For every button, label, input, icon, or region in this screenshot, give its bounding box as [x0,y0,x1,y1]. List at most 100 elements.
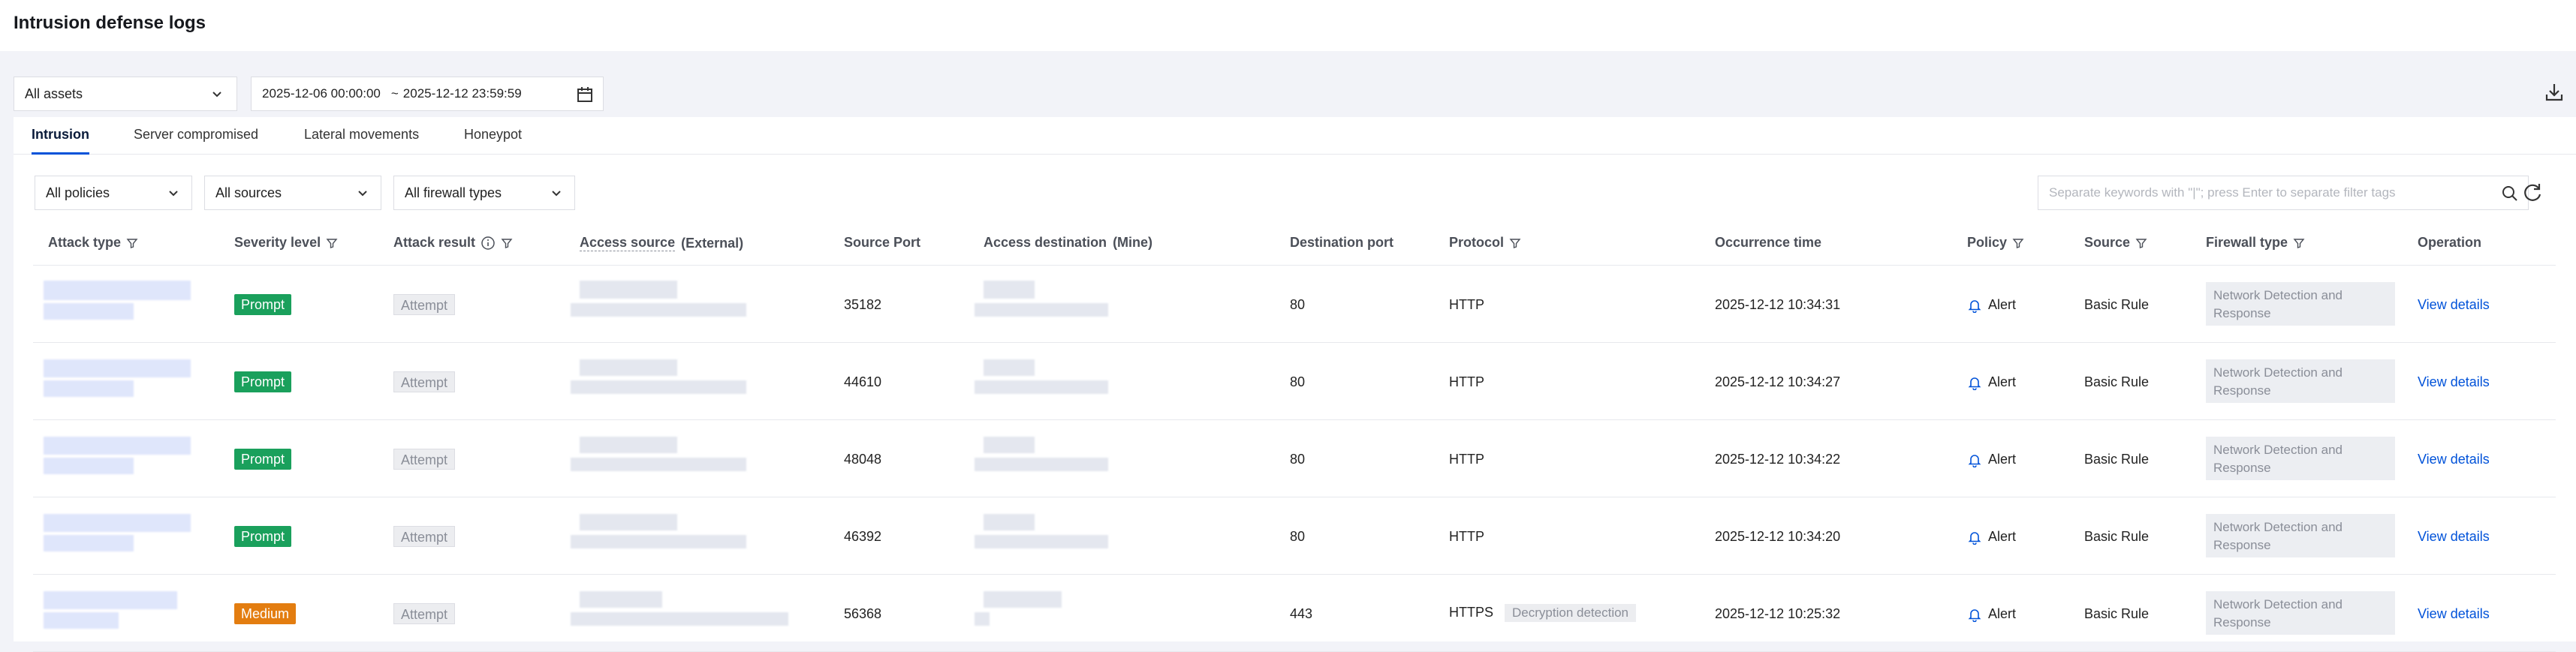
view-details-link[interactable]: View details [2418,374,2490,390]
bell-icon [1968,531,1981,545]
source-filter-value: All sources [215,185,282,200]
table-row: Prompt Attempt 35182 80 HTTP 2025-12-12 … [33,266,2556,343]
col-attack-result-label: Attack result [393,235,476,250]
col-policy[interactable]: Policy [1967,235,2024,251]
decryption-detection-tag: Decryption detection [1505,604,1637,622]
access-source-redacted [580,591,662,608]
sub-filter-row: All policies All sources All firewall ty… [14,176,2576,213]
col-source-label: Source [2084,235,2131,250]
date-separator: ~ [390,86,399,101]
date-end: 2025-12-12 23:59:59 [402,86,522,101]
access-destination-redacted [975,458,1108,471]
firewall-type-tag: Network Detection and Response [2206,514,2395,557]
protocol: HTTPS Decryption detection [1449,604,1637,622]
attack-result: Attempt [393,603,456,624]
search-icon[interactable] [2501,185,2519,203]
filter-icon[interactable] [2135,237,2147,249]
firewall-type-tag: Network Detection and Response [2206,282,2395,326]
filter-icon[interactable] [501,237,513,249]
view-details-link[interactable]: View details [2418,452,2490,467]
attack-result: Attempt [393,449,456,470]
policy-value: Alert [1988,529,2017,544]
col-attack-result[interactable]: Attack result [393,235,513,251]
attack-result: Attempt [393,526,456,547]
col-firewall-type[interactable]: Firewall type [2206,235,2305,251]
tab-lateral-movements[interactable]: Lateral movements [304,127,419,155]
download-icon[interactable] [2544,81,2565,104]
filter-icon[interactable] [1509,237,1521,249]
col-destination-port: Destination port [1290,235,1393,250]
firewall-type-filter[interactable]: All firewall types [393,176,575,210]
tab-honeypot[interactable]: Honeypot [464,127,522,155]
access-source-redacted [580,359,677,376]
view-details-link[interactable]: View details [2418,529,2490,545]
access-source-redacted [571,458,746,471]
col-access-source-label: Access source [580,235,676,251]
asset-select-value: All assets [25,86,83,101]
occurrence-time: 2025-12-12 10:34:22 [1715,452,1841,467]
refresh-icon[interactable] [2521,181,2544,203]
view-details-link[interactable]: View details [2418,606,2490,622]
source-value: Basic Rule [2084,529,2150,544]
source-port: 44610 [844,374,882,389]
policy-cell: Alert [1967,374,2016,390]
source-port: 56368 [844,606,882,621]
asset-select[interactable]: All assets [14,77,237,111]
date-start: 2025-12-06 00:00:00 [262,86,381,101]
attack-type-redacted [44,514,191,532]
view-details-link[interactable]: View details [2418,297,2490,313]
firewall-type-filter-value: All firewall types [405,185,502,200]
attack-result: Attempt [393,294,456,315]
destination-port: 80 [1290,374,1306,389]
firewall-type-tag: Network Detection and Response [2206,591,2395,635]
filter-icon[interactable] [2012,237,2024,249]
filter-icon[interactable] [126,237,138,249]
table-row: Prompt Attempt 46392 80 HTTP 2025-12-12 … [33,497,2556,575]
access-source-redacted [571,380,746,394]
col-attack-type[interactable]: Attack type [48,235,138,251]
col-occurrence-time: Occurrence time [1715,235,1822,250]
tab-intrusion[interactable]: Intrusion [32,127,89,155]
occurrence-time: 2025-12-12 10:34:20 [1715,529,1841,544]
col-severity[interactable]: Severity level [234,235,338,251]
source-value: Basic Rule [2084,374,2150,389]
policy-filter[interactable]: All policies [35,176,192,210]
table-row: Prompt Attempt 48048 80 HTTP 2025-12-12 … [33,420,2556,497]
protocol-value: HTTP [1449,297,1484,312]
tab-bar: Intrusion Server compromised Lateral mov… [14,117,2576,155]
attack-type-redacted [44,437,191,455]
date-range-picker[interactable]: 2025-12-06 00:00:00 ~ 2025-12-12 23:59:5… [251,77,604,111]
tab-server-compromised[interactable]: Server compromised [134,127,258,155]
protocol-value: HTTP [1449,452,1484,467]
calendar-icon [577,87,592,102]
access-destination-redacted [975,303,1108,317]
protocol-value: HTTP [1449,374,1484,389]
filter-icon[interactable] [2293,237,2305,249]
col-access-destination: Access destination (Mine) [984,235,1152,251]
access-source-redacted [580,281,677,299]
chevron-down-icon [552,191,561,197]
source-filter[interactable]: All sources [204,176,381,210]
attack-type-redacted [44,458,134,474]
col-protocol[interactable]: Protocol [1449,235,1521,251]
search-input[interactable]: Separate keywords with "|"; press Enter … [2038,176,2529,210]
access-source-redacted [571,612,788,626]
access-destination-redacted [984,281,1035,299]
info-icon[interactable] [481,236,496,251]
col-source[interactable]: Source [2084,235,2147,251]
severity-badge: Prompt [234,449,292,470]
attack-type-redacted [44,380,134,397]
protocol-value: HTTPS [1449,605,1494,620]
table-row: Prompt Attempt 44610 80 HTTP 2025-12-12 … [33,343,2556,420]
chevron-down-icon [358,191,367,197]
filter-icon[interactable] [326,237,338,249]
col-access-destination-label: Access destination [984,235,1107,250]
access-source-redacted [580,514,677,530]
source-value: Basic Rule [2084,452,2150,467]
source-port: 48048 [844,452,882,467]
col-access-source-suffix: (External) [681,235,744,251]
access-destination-redacted [984,514,1035,530]
severity-badge: Prompt [234,371,292,392]
source-port: 46392 [844,529,882,544]
attack-type-redacted [44,591,177,609]
